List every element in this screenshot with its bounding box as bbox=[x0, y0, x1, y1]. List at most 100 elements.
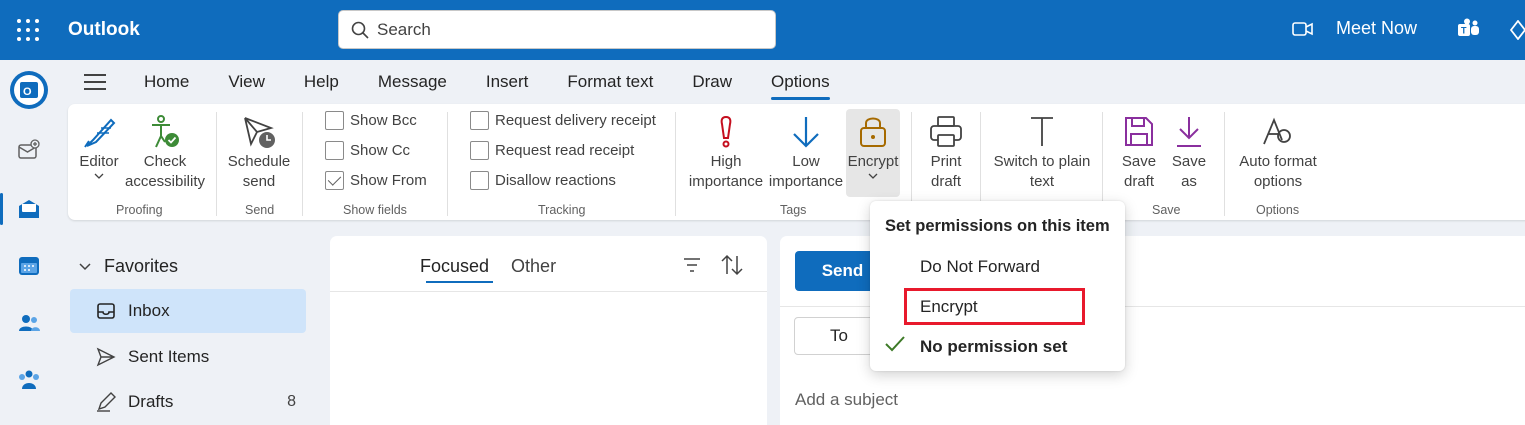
show-from-checkbox[interactable]: Show From bbox=[325, 171, 427, 190]
show-bcc-label: Show Bcc bbox=[350, 112, 417, 129]
svg-text:O: O bbox=[23, 86, 32, 98]
save-as-label-1: Save bbox=[1171, 153, 1207, 170]
print-draft-button[interactable]: Print draft bbox=[920, 114, 972, 192]
inbox-label: Inbox bbox=[128, 301, 170, 320]
chevron-down-icon bbox=[79, 262, 91, 270]
options-label: options bbox=[1253, 173, 1303, 190]
tab-options[interactable]: Options bbox=[771, 64, 830, 100]
meet-now-label: Meet Now bbox=[1336, 18, 1418, 38]
print-label: Print bbox=[930, 153, 962, 170]
separator bbox=[216, 112, 217, 216]
chevron-down-icon bbox=[868, 173, 878, 179]
filter-icon[interactable] bbox=[682, 256, 702, 274]
search-box[interactable] bbox=[338, 10, 776, 49]
save-as-button[interactable]: Save as bbox=[1166, 114, 1212, 192]
show-cc-label: Show Cc bbox=[350, 142, 411, 159]
high-importance-label: importance bbox=[688, 173, 764, 190]
encrypt-button[interactable]: Encrypt bbox=[846, 114, 900, 182]
favorites-header[interactable]: Favorites bbox=[78, 256, 178, 277]
arrow-down-icon bbox=[793, 117, 819, 148]
hamburger-menu-icon[interactable] bbox=[84, 73, 110, 91]
app-title[interactable]: Outlook bbox=[68, 19, 140, 41]
group-label-proofing: Proofing bbox=[116, 203, 163, 217]
request-read-label: Request read receipt bbox=[495, 142, 635, 159]
low-label: Low bbox=[792, 153, 820, 170]
diamond-icon[interactable] bbox=[1510, 20, 1525, 40]
menu-item-no-permission-set[interactable]: No permission set bbox=[920, 337, 1067, 357]
lock-icon bbox=[860, 117, 886, 147]
people-icon[interactable] bbox=[0, 303, 58, 343]
editor-button[interactable]: Editor bbox=[76, 114, 122, 182]
top-bar: Outlook Meet Now T bbox=[0, 0, 1525, 60]
draft-label: draft bbox=[930, 173, 961, 190]
editor-label: Editor bbox=[79, 153, 119, 170]
meet-now-button[interactable]: Meet Now bbox=[1292, 18, 1417, 39]
highlight-box bbox=[904, 288, 1085, 325]
save-draft-button[interactable]: Save draft bbox=[1116, 114, 1162, 192]
schedule-send-icon bbox=[244, 117, 275, 148]
check-accessibility-button[interactable]: Check accessibility bbox=[124, 114, 206, 192]
checkmark-icon bbox=[885, 336, 905, 352]
folder-inbox[interactable]: Inbox bbox=[70, 289, 306, 333]
encrypt-label: Encrypt bbox=[847, 153, 899, 170]
search-input[interactable] bbox=[377, 11, 767, 48]
switch-to-plain-text-button[interactable]: Switch to plain text bbox=[988, 114, 1096, 192]
ribbon-tabs: Home View Help Message Insert Format tex… bbox=[70, 62, 869, 102]
show-cc-checkbox[interactable]: Show Cc bbox=[325, 141, 410, 160]
sort-icon[interactable] bbox=[720, 254, 744, 276]
subject-input[interactable]: Add a subject bbox=[795, 390, 898, 410]
calendar-icon[interactable] bbox=[0, 246, 58, 286]
teams-icon[interactable]: T bbox=[1456, 18, 1480, 40]
ribbon: Editor Check accessibility Proofing Sche… bbox=[68, 104, 1525, 220]
message-list: Focused Other bbox=[330, 236, 767, 425]
new-mail-icon[interactable] bbox=[0, 130, 58, 170]
drafts-label: Drafts bbox=[128, 392, 174, 411]
show-from-label: Show From bbox=[350, 172, 427, 189]
save-label: Save bbox=[1121, 153, 1157, 170]
show-bcc-checkbox[interactable]: Show Bcc bbox=[325, 111, 417, 130]
app-launcher-icon[interactable] bbox=[17, 19, 39, 41]
group-label-save: Save bbox=[1152, 203, 1181, 217]
separator bbox=[302, 112, 303, 216]
tab-draw[interactable]: Draw bbox=[692, 64, 732, 100]
low-importance-label: importance bbox=[768, 173, 844, 190]
tab-view[interactable]: View bbox=[228, 64, 265, 100]
tab-message[interactable]: Message bbox=[378, 64, 447, 100]
low-importance-button[interactable]: Low importance bbox=[766, 114, 846, 192]
editor-pen-icon bbox=[84, 118, 116, 148]
download-icon bbox=[1177, 117, 1201, 147]
disallow-reactions-checkbox[interactable]: Disallow reactions bbox=[470, 171, 616, 190]
request-delivery-receipt-checkbox[interactable]: Request delivery receipt bbox=[470, 111, 656, 130]
accessibility-icon bbox=[152, 115, 179, 148]
groups-icon[interactable] bbox=[0, 360, 58, 400]
outlook-app-icon[interactable]: O bbox=[0, 70, 58, 110]
menu-item-do-not-forward[interactable]: Do Not Forward bbox=[920, 257, 1040, 277]
tab-other[interactable]: Other bbox=[511, 256, 556, 277]
svg-text:T: T bbox=[1461, 26, 1467, 36]
app-rail: O bbox=[0, 60, 58, 425]
folder-drafts[interactable]: Drafts 8 bbox=[70, 380, 306, 424]
folder-sent-items[interactable]: Sent Items bbox=[70, 335, 306, 379]
schedule-send-button[interactable]: Schedule send bbox=[226, 114, 292, 192]
tab-format-text[interactable]: Format text bbox=[567, 64, 653, 100]
high-importance-button[interactable]: High importance bbox=[684, 114, 768, 192]
save-as-label-2: as bbox=[1181, 173, 1197, 190]
exclamation-icon bbox=[720, 115, 732, 148]
disallow-reactions-label: Disallow reactions bbox=[495, 172, 616, 189]
auto-format-options-button[interactable]: Auto format options bbox=[1232, 114, 1324, 192]
save-draft-label: draft bbox=[1123, 173, 1154, 190]
tab-insert[interactable]: Insert bbox=[486, 64, 529, 100]
search-icon bbox=[351, 21, 369, 39]
favorites-label: Favorites bbox=[104, 256, 179, 276]
accessibility-label: accessibility bbox=[124, 173, 206, 190]
tab-home[interactable]: Home bbox=[144, 64, 189, 100]
request-delivery-label: Request delivery receipt bbox=[495, 112, 656, 129]
outlook-logo-icon: O bbox=[10, 71, 48, 109]
separator bbox=[447, 112, 448, 216]
tab-focused[interactable]: Focused bbox=[420, 256, 494, 283]
schedule-label: Schedule bbox=[227, 153, 291, 170]
mail-icon[interactable] bbox=[0, 189, 58, 229]
tab-help[interactable]: Help bbox=[304, 64, 339, 100]
high-label: High bbox=[710, 153, 742, 170]
request-read-receipt-checkbox[interactable]: Request read receipt bbox=[470, 141, 634, 160]
